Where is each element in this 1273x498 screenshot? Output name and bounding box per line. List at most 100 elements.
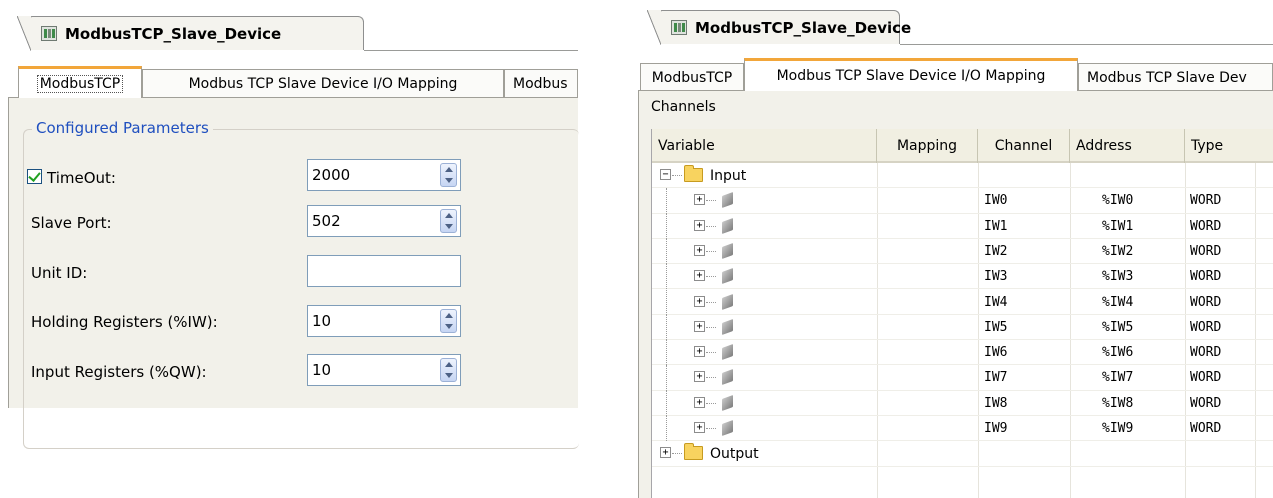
slave-port-spin-arrows-icon[interactable]: [440, 209, 457, 233]
channel-cell: IW4: [984, 294, 1008, 310]
tab-modbustcp-right[interactable]: ModbusTCP: [640, 63, 744, 91]
type-cell: WORD: [1190, 243, 1222, 259]
tab-io-mapping-label: Modbus TCP Slave Device I/O Mapping: [188, 75, 458, 92]
column-variable[interactable]: Variable: [652, 129, 877, 163]
address-cell: %IW3: [1102, 269, 1134, 285]
expand-icon[interactable]: +: [694, 371, 705, 383]
timeout-value: 2000: [312, 166, 351, 184]
folder-icon: [684, 443, 703, 461]
expand-icon[interactable]: +: [694, 219, 705, 231]
channel-icon: [722, 268, 733, 285]
expand-icon[interactable]: +: [694, 346, 705, 358]
tab-modbus-more[interactable]: Modbus: [504, 69, 578, 97]
channel-icon: [722, 293, 733, 310]
timeout-spin-arrows-icon[interactable]: [440, 163, 457, 187]
expand-icon[interactable]: +: [694, 270, 705, 282]
channel-cell: IW5: [984, 319, 1008, 335]
tree-node-output[interactable]: + Output: [652, 441, 1273, 467]
channel-row[interactable]: + IW2 %IW2 WORD: [652, 238, 1273, 265]
address-cell: %IW5: [1102, 319, 1134, 335]
unit-id-label: Unit ID:: [31, 264, 88, 282]
channel-cell: IW7: [984, 370, 1008, 386]
channel-icon: [722, 419, 733, 437]
type-cell: WORD: [1190, 193, 1222, 209]
channel-row[interactable]: + IW8 %IW8 WORD: [652, 390, 1273, 416]
tab-io-mapping-right-label: Modbus TCP Slave Device I/O Mapping: [776, 68, 1046, 84]
type-cell: WORD: [1190, 421, 1222, 436]
tab-slave-dev-more[interactable]: Modbus TCP Slave Dev: [1078, 63, 1273, 91]
holding-registers-spinbox[interactable]: 10: [307, 305, 461, 337]
input-registers-spinbox[interactable]: 10: [307, 354, 461, 386]
column-type[interactable]: Type: [1185, 129, 1273, 163]
channel-cell: IW2: [984, 243, 1008, 259]
input-registers-label: Input Registers (%QW):: [31, 363, 207, 381]
expand-icon[interactable]: +: [694, 295, 705, 307]
channels-grid: Variable Mapping Channel Address Type − I…: [651, 129, 1273, 498]
timeout-checkbox[interactable]: [27, 169, 42, 184]
device-icon: [671, 20, 687, 35]
channel-icon: [722, 394, 733, 411]
type-cell: WORD: [1190, 269, 1222, 285]
device-editor-tab-title: ModbusTCP_Slave_Device: [65, 24, 282, 43]
column-channel[interactable]: Channel: [978, 129, 1070, 163]
type-cell: WORD: [1190, 395, 1222, 411]
device-editor-tab-right[interactable]: ModbusTCP_Slave_Device: [647, 10, 911, 45]
expand-icon[interactable]: +: [694, 396, 705, 408]
tree-node-input[interactable]: − Input: [652, 163, 1273, 189]
address-cell: %IW8: [1102, 395, 1134, 411]
column-address[interactable]: Address: [1070, 129, 1185, 163]
input-registers-spin-arrows-icon[interactable]: [440, 358, 457, 382]
tab-slave-dev-more-label: Modbus TCP Slave Dev: [1087, 69, 1247, 86]
tab-io-mapping-right[interactable]: Modbus TCP Slave Device I/O Mapping: [744, 58, 1078, 91]
input-registers-value: 10: [312, 361, 332, 379]
channel-row[interactable]: + IW6 %IW6 WORD: [652, 340, 1273, 366]
device-editor-tab[interactable]: ModbusTCP_Slave_Device: [17, 16, 364, 51]
holding-registers-value: 10: [312, 312, 332, 330]
channel-icon: [722, 318, 733, 335]
channel-icon: [722, 217, 733, 234]
channel-row[interactable]: + IW0 %IW0 WORD: [652, 188, 1273, 214]
device-icon: [41, 26, 57, 41]
slave-port-spinbox[interactable]: 502: [307, 205, 461, 237]
channel-icon: [722, 192, 733, 209]
expand-icon[interactable]: +: [694, 194, 705, 206]
tab-modbus-more-label: Modbus: [513, 75, 568, 92]
channel-cell: IW8: [984, 395, 1008, 411]
holding-registers-spin-arrows-icon[interactable]: [440, 309, 457, 333]
column-mapping[interactable]: Mapping: [877, 129, 978, 163]
io-mapping-panel: ModbusTCP_Slave_Device ModbusTCP Modbus …: [638, 8, 1273, 498]
channel-cell: IW0: [984, 193, 1008, 209]
channel-row[interactable]: + IW3 %IW3 WORD: [652, 264, 1273, 290]
type-cell: WORD: [1190, 345, 1222, 361]
expand-icon[interactable]: +: [660, 447, 671, 459]
address-cell: %IW7: [1102, 370, 1134, 386]
type-cell: WORD: [1190, 370, 1222, 386]
channel-icon: [722, 369, 733, 386]
channel-icon: [722, 344, 733, 361]
collapse-icon[interactable]: −: [660, 169, 671, 180]
address-cell: %IW6: [1102, 345, 1134, 361]
address-cell: %IW2: [1102, 243, 1134, 259]
type-cell: WORD: [1190, 218, 1222, 234]
channel-row[interactable]: + IW7 %IW7 WORD: [652, 365, 1273, 391]
channel-row[interactable]: + IW4 %IW4 WORD: [652, 289, 1273, 315]
channel-row[interactable]: + IW9 %IW9 WORD: [652, 416, 1273, 442]
tab-modbustcp-label: ModbusTCP: [36, 74, 124, 93]
unit-id-field[interactable]: [307, 255, 461, 287]
channel-row[interactable]: + IW1 %IW1 WORD: [652, 213, 1273, 239]
modbus-config-panel: ModbusTCP_Slave_Device ModbusTCP Modbus …: [8, 8, 579, 449]
tab-modbustcp-right-label: ModbusTCP: [651, 69, 733, 86]
config-body: Configured Parameters TimeOut: 2000 Slav…: [8, 97, 579, 449]
address-cell: %IW1: [1102, 218, 1134, 234]
channel-cell: IW6: [984, 345, 1008, 361]
expand-icon[interactable]: +: [694, 320, 705, 332]
timeout-spinbox[interactable]: 2000: [307, 159, 461, 191]
address-cell: %IW0: [1102, 193, 1134, 209]
type-cell: WORD: [1190, 294, 1222, 310]
channel-row[interactable]: + IW5 %IW5 WORD: [652, 314, 1273, 341]
io-mapping-body: Channels Variable Mapping Channel Addres…: [638, 90, 1273, 498]
expand-icon[interactable]: +: [694, 244, 705, 256]
tab-io-mapping[interactable]: Modbus TCP Slave Device I/O Mapping: [142, 69, 504, 97]
expand-icon[interactable]: +: [694, 422, 705, 433]
tab-modbustcp[interactable]: ModbusTCP: [18, 66, 142, 98]
